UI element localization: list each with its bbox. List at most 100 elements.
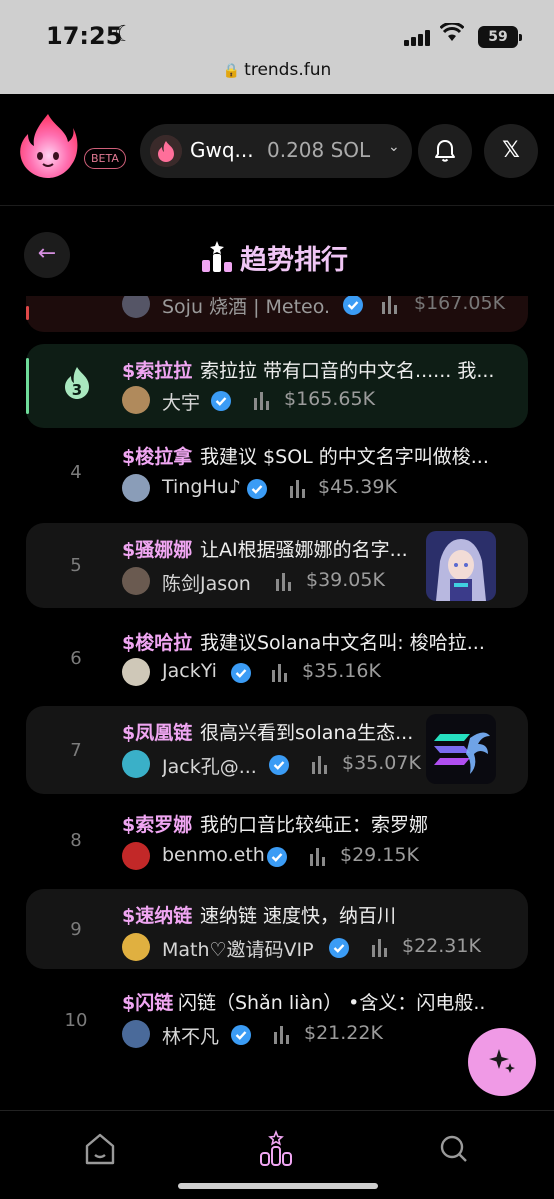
description: 我建议 $SOL 的中文名字叫做梭... <box>200 446 489 468</box>
avatar <box>122 933 150 961</box>
nav-search[interactable] <box>434 1129 474 1169</box>
rank-number: 5 <box>70 555 82 576</box>
wallet-balance: 0.208 SOL <box>267 138 371 162</box>
list-item[interactable]: 3 $索拉拉 索拉拉 带有口音的中文名...... 我... 大宇 $165.6… <box>26 344 528 428</box>
market-cap: $29.15K <box>340 844 419 866</box>
x-logo-icon: 𝕏 <box>502 138 520 163</box>
clock: 17:25 <box>46 22 123 50</box>
ranking-icon <box>202 241 232 272</box>
verified-icon <box>231 663 251 683</box>
avatar <box>122 386 150 414</box>
url-text: trends.fun <box>244 60 332 80</box>
rank-number: 3 <box>72 381 82 399</box>
market-cap: $165.65K <box>284 388 376 410</box>
list-item[interactable]: 5 $骚娜娜 让AI根据骚娜娜的名字... 陈剑Jason $39.05K <box>26 523 528 608</box>
rank-number: 8 <box>70 830 82 851</box>
fire-logo-icon[interactable] <box>18 112 78 178</box>
ticker: $速纳链 <box>122 905 193 927</box>
bar-chart-icon <box>272 664 287 682</box>
avatar <box>122 658 150 686</box>
avatar <box>122 567 150 595</box>
rank-badge-icon: 3 <box>65 367 89 399</box>
list-item[interactable]: 8 $索罗娜 我的口音比较纯正：索罗娜 benmo.eth $29.15K <box>26 798 528 882</box>
user-name: benmo.eth <box>162 844 265 866</box>
list-item[interactable]: 6 $梭哈拉 我建议Solana中文名叫: 梭哈拉... JackYi $35.… <box>26 616 528 700</box>
notifications-button[interactable] <box>418 124 472 178</box>
lock-icon: 🔒 <box>222 63 241 79</box>
user-name: TingHu♪ <box>162 476 241 498</box>
wallet-selector[interactable]: Gwq... 0.208 SOL ⌄ <box>140 124 412 178</box>
wifi-icon <box>439 21 465 49</box>
user-name: 陈剑Jason <box>162 573 251 595</box>
list-item[interactable]: 7 $凤凰链 很高兴看到solana生态... Jack孔@... $35.07… <box>26 706 528 794</box>
description: 速纳链 速度快，纳百川 <box>200 905 397 927</box>
bar-chart-icon <box>276 573 291 591</box>
ticker: $索拉拉 <box>122 360 193 382</box>
market-cap: $39.05K <box>306 569 385 591</box>
nav-ranking[interactable] <box>256 1129 296 1169</box>
back-button[interactable]: ← <box>24 232 70 278</box>
ticker: $梭哈拉 <box>122 632 193 654</box>
list-item[interactable]: 10 $闪链 闪链（Shǎn liàn） •含义：闪电般... 林不凡 $21.… <box>26 976 528 1060</box>
description: 我的口音比较纯正：索罗娜 <box>200 814 429 836</box>
avatar <box>122 1020 150 1048</box>
trend-list: Soju 烧酒 | Meteo... $167.05K 3 $索拉拉 索拉拉 带… <box>0 296 554 1108</box>
rank-number: 6 <box>70 648 82 669</box>
home-icon <box>85 1133 115 1165</box>
wallet-name: Gwq... <box>190 138 254 162</box>
ticker: $凤凰链 <box>122 722 193 744</box>
avatar <box>122 474 150 502</box>
ticker: $闪链 <box>122 992 174 1014</box>
bar-chart-icon <box>312 756 327 774</box>
bar-chart-icon <box>372 939 387 957</box>
avatar <box>122 296 150 318</box>
url-bar[interactable]: 🔒 trends.fun <box>0 60 554 80</box>
verified-icon <box>211 391 231 411</box>
ticker: $索罗娜 <box>122 814 193 836</box>
search-icon <box>440 1135 467 1162</box>
description: 让AI根据骚娜娜的名字... <box>200 539 408 561</box>
bell-icon <box>435 140 455 162</box>
list-item[interactable]: 4 $梭拉拿 我建议 $SOL 的中文名字叫做梭... TingHu♪ $45.… <box>26 430 528 514</box>
token-image[interactable] <box>426 714 496 784</box>
verified-icon <box>329 938 349 958</box>
avatar <box>122 842 150 870</box>
verified-icon <box>231 1025 251 1045</box>
nav-home[interactable] <box>80 1129 120 1169</box>
x-link-button[interactable]: 𝕏 <box>484 124 538 178</box>
ticker: $梭拉拿 <box>122 446 193 468</box>
list-item[interactable]: 9 $速纳链 速纳链 速度快，纳百川 Math♡邀请码VIP $22.31K <box>26 889 528 969</box>
bar-chart-icon <box>382 296 397 314</box>
home-indicator <box>178 1183 378 1189</box>
ranking-icon <box>260 1129 292 1166</box>
beta-badge: BETA <box>84 148 126 169</box>
verified-icon <box>267 847 287 867</box>
moon-icon: ☾ <box>114 22 134 47</box>
browser-status-bar: 17:25 ☾ 59 🔒 trends.fun <box>0 0 554 94</box>
ticker: $骚娜娜 <box>122 539 193 561</box>
rank-number: 7 <box>70 740 82 761</box>
verified-icon <box>269 755 289 775</box>
market-cap: $21.22K <box>304 1022 383 1044</box>
create-fab-button[interactable] <box>468 1028 536 1096</box>
sparkle-icon <box>489 1049 515 1073</box>
rank-indicator <box>26 306 29 320</box>
description: 索拉拉 带有口音的中文名...... 我... <box>200 360 495 382</box>
description: 闪链（Shǎn liàn） •含义：闪电般... <box>178 992 486 1014</box>
bar-chart-icon <box>310 848 325 866</box>
app-header: BETA Gwq... 0.208 SOL ⌄ 𝕏 <box>0 94 554 206</box>
token-image[interactable] <box>426 531 496 601</box>
list-item[interactable]: Soju 烧酒 | Meteo... $167.05K <box>26 296 528 332</box>
user-name: Math♡邀请码VIP <box>162 939 314 961</box>
rank-indicator <box>26 358 29 414</box>
user-name: 林不凡 <box>162 1026 220 1048</box>
user-name: Soju 烧酒 | Meteo... <box>162 296 332 318</box>
market-cap: $35.07K <box>342 752 421 774</box>
verified-icon <box>247 479 267 499</box>
avatar <box>122 750 150 778</box>
description: 我建议Solana中文名叫: 梭哈拉... <box>200 632 485 654</box>
user-name: JackYi <box>162 660 217 682</box>
user-name: Jack孔@... <box>162 756 257 778</box>
wallet-avatar <box>150 135 182 167</box>
rank-number: 4 <box>70 462 82 483</box>
